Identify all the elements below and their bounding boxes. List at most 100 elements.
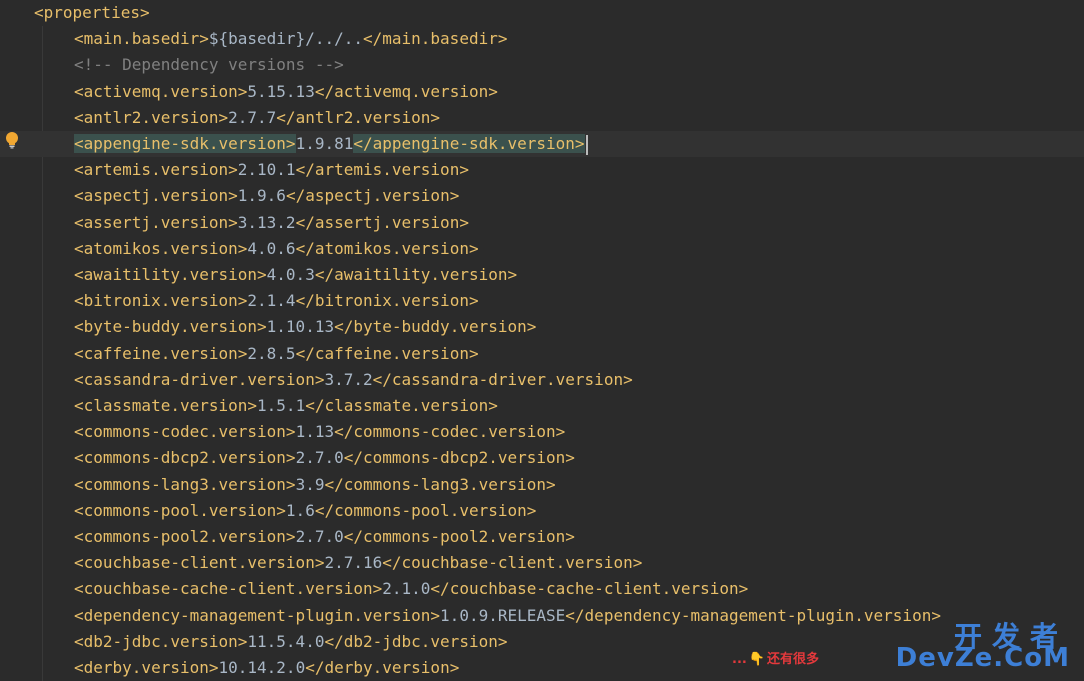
- xml-open-tag: <atomikos.version>: [74, 238, 248, 258]
- xml-open-tag: <couchbase-cache-client.version>: [74, 579, 383, 599]
- code-editor[interactable]: <properties> <main.basedir>${basedir}/../…: [0, 0, 1084, 681]
- xml-close-tag: </commons-codec.version>: [334, 422, 566, 442]
- code-line[interactable]: <commons-dbcp2.version>2.7.0</commons-db…: [0, 445, 1084, 471]
- xml-value: 1.10.13: [266, 317, 335, 337]
- xml-comment: <!-- Dependency versions -->: [74, 55, 344, 75]
- lightbulb-icon[interactable]: [4, 131, 20, 149]
- xml-value: 1.13: [295, 422, 335, 442]
- xml-value: 5.15.13: [247, 81, 315, 101]
- code-line-content[interactable]: <main.basedir>${basedir}/../..</main.bas…: [74, 26, 507, 52]
- code-line-content[interactable]: <cassandra-driver.version>3.7.2</cassand…: [74, 367, 633, 393]
- code-line-content[interactable]: <awaitility.version>4.0.3</awaitility.ve…: [74, 262, 517, 288]
- xml-value: 4.0.6: [247, 238, 296, 258]
- xml-close-tag: </dependency-management-plugin.version>: [565, 605, 941, 625]
- code-line-content[interactable]: <bitronix.version>2.1.4</bitronix.versio…: [74, 288, 479, 314]
- code-line-content[interactable]: <caffeine.version>2.8.5</caffeine.versio…: [74, 341, 479, 367]
- code-line[interactable]: <aspectj.version>1.9.6</aspectj.version>: [0, 183, 1084, 209]
- code-line-content[interactable]: <derby.version>10.14.2.0</derby.version>: [74, 655, 459, 681]
- code-line[interactable]: <byte-buddy.version>1.10.13</byte-buddy.…: [0, 314, 1084, 340]
- watermark-logo: 开发者 DevZe.CoM: [896, 615, 1076, 673]
- code-line[interactable]: <commons-lang3.version>3.9</commons-lang…: [0, 472, 1084, 498]
- xml-value: 10.14.2.0: [218, 658, 306, 677]
- xml-open-tag: <commons-dbcp2.version>: [74, 448, 296, 468]
- xml-value: 2.8.5: [247, 343, 296, 363]
- code-line-content[interactable]: <commons-pool2.version>2.7.0</commons-po…: [74, 524, 575, 550]
- code-line-content[interactable]: <commons-codec.version>1.13</commons-cod…: [74, 419, 565, 445]
- xml-close-tag: </appengine-sdk.version>: [353, 134, 585, 153]
- xml-close-tag: </db2-jdbc.version>: [324, 631, 508, 651]
- code-line-content[interactable]: <db2-jdbc.version>11.5.4.0</db2-jdbc.ver…: [74, 629, 507, 655]
- xml-value: 3.7.2: [324, 369, 373, 389]
- code-line[interactable]: <commons-codec.version>1.13</commons-cod…: [0, 419, 1084, 445]
- code-line[interactable]: <commons-pool2.version>2.7.0</commons-po…: [0, 524, 1084, 550]
- xml-close-tag: </caffeine.version>: [295, 343, 479, 363]
- xml-open-tag: <commons-pool2.version>: [74, 527, 296, 546]
- xml-open-tag: <byte-buddy.version>: [74, 317, 267, 337]
- xml-value: 2.1.0: [382, 579, 431, 599]
- xml-close-tag: </antlr2.version>: [276, 107, 441, 127]
- code-line-content[interactable]: <appengine-sdk.version>1.9.81</appengine…: [74, 131, 588, 157]
- xml-close-tag: </couchbase-client.version>: [382, 553, 643, 573]
- xml-open-tag: <commons-lang3.version>: [74, 474, 296, 494]
- code-line[interactable]: <antlr2.version>2.7.7</antlr2.version>: [0, 105, 1084, 131]
- xml-open-tag: <appengine-sdk.version>: [74, 134, 296, 153]
- code-line-content[interactable]: <couchbase-cache-client.version>2.1.0</c…: [74, 576, 748, 602]
- xml-close-tag: </aspectj.version>: [285, 186, 460, 206]
- code-line[interactable]: <cassandra-driver.version>3.7.2</cassand…: [0, 367, 1084, 393]
- code-line[interactable]: <caffeine.version>2.8.5</caffeine.versio…: [0, 341, 1084, 367]
- code-line-content[interactable]: <byte-buddy.version>1.10.13</byte-buddy.…: [74, 314, 536, 340]
- xml-open-tag: <awaitility.version>: [74, 265, 267, 284]
- xml-value: 3.9: [295, 474, 325, 494]
- xml-value: 2.10.1: [237, 160, 296, 180]
- code-line[interactable]: <appengine-sdk.version>1.9.81</appengine…: [0, 131, 1084, 157]
- xml-close-tag: </commons-dbcp2.version>: [343, 448, 575, 468]
- code-line[interactable]: <assertj.version>3.13.2</assertj.version…: [0, 210, 1084, 236]
- code-line-content[interactable]: <commons-pool.version>1.6</commons-pool.…: [74, 498, 536, 524]
- xml-close-tag: </activemq.version>: [314, 81, 498, 101]
- xml-close-tag: </artemis.version>: [295, 160, 469, 180]
- code-line[interactable]: <!-- Dependency versions -->: [0, 52, 1084, 78]
- xml-value: 2.7.16: [324, 553, 383, 573]
- code-line[interactable]: <classmate.version>1.5.1</classmate.vers…: [0, 393, 1084, 419]
- code-line[interactable]: <main.basedir>${basedir}/../..</main.bas…: [0, 26, 1084, 52]
- code-line-content[interactable]: <antlr2.version>2.7.7</antlr2.version>: [74, 105, 440, 131]
- code-line-content[interactable]: <commons-dbcp2.version>2.7.0</commons-db…: [74, 445, 575, 471]
- code-line-content[interactable]: <!-- Dependency versions -->: [74, 52, 344, 78]
- code-line-content[interactable]: <activemq.version>5.15.13</activemq.vers…: [74, 79, 498, 105]
- code-line[interactable]: <atomikos.version>4.0.6</atomikos.versio…: [0, 236, 1084, 262]
- code-line-content[interactable]: <couchbase-client.version>2.7.16</couchb…: [74, 550, 642, 576]
- xml-open-tag: <artemis.version>: [74, 160, 238, 180]
- xml-open-tag: <commons-codec.version>: [74, 422, 296, 442]
- code-line[interactable]: <awaitility.version>4.0.3</awaitility.ve…: [0, 262, 1084, 288]
- xml-open-tag: <dependency-management-plugin.version>: [74, 605, 441, 625]
- code-line-content[interactable]: <dependency-management-plugin.version>1.…: [74, 603, 941, 629]
- code-line[interactable]: <couchbase-client.version>2.7.16</couchb…: [0, 550, 1084, 576]
- code-line-content[interactable]: <properties>: [34, 0, 150, 26]
- xml-open-tag: <caffeine.version>: [74, 343, 248, 363]
- code-line[interactable]: <dependency-management-plugin.version>1.…: [0, 603, 1084, 629]
- code-line-content[interactable]: <assertj.version>3.13.2</assertj.version…: [74, 210, 469, 236]
- code-line[interactable]: <properties>: [0, 0, 1084, 26]
- code-line-content[interactable]: <classmate.version>1.5.1</classmate.vers…: [74, 393, 498, 419]
- more-badge-dots: ...: [732, 652, 747, 667]
- code-line-content[interactable]: <artemis.version>2.10.1</artemis.version…: [74, 157, 469, 183]
- xml-open-tag: <antlr2.version>: [74, 107, 229, 127]
- xml-value: 1.5.1: [257, 396, 306, 415]
- xml-open-tag: <classmate.version>: [74, 396, 258, 415]
- xml-close-tag: </derby.version>: [305, 658, 460, 677]
- code-line-content[interactable]: <aspectj.version>1.9.6</aspectj.version>: [74, 183, 459, 209]
- code-line[interactable]: <activemq.version>5.15.13</activemq.vers…: [0, 79, 1084, 105]
- xml-value: ${basedir}/../..: [208, 29, 363, 49]
- code-line[interactable]: <couchbase-cache-client.version>2.1.0</c…: [0, 576, 1084, 602]
- xml-close-tag: </couchbase-cache-client.version>: [430, 579, 749, 599]
- code-line[interactable]: <artemis.version>2.10.1</artemis.version…: [0, 157, 1084, 183]
- code-line[interactable]: <bitronix.version>2.1.4</bitronix.versio…: [0, 288, 1084, 314]
- xml-open-tag: <derby.version>: [74, 658, 219, 677]
- code-line-content[interactable]: <atomikos.version>4.0.6</atomikos.versio…: [74, 236, 479, 262]
- code-line[interactable]: <commons-pool.version>1.6</commons-pool.…: [0, 498, 1084, 524]
- code-line-content[interactable]: <commons-lang3.version>3.9</commons-lang…: [74, 472, 556, 498]
- xml-close-tag: </main.basedir>: [362, 29, 508, 49]
- xml-close-tag: </assertj.version>: [295, 212, 469, 232]
- xml-close-tag: </atomikos.version>: [295, 238, 479, 258]
- xml-close-tag: </cassandra-driver.version>: [372, 369, 633, 389]
